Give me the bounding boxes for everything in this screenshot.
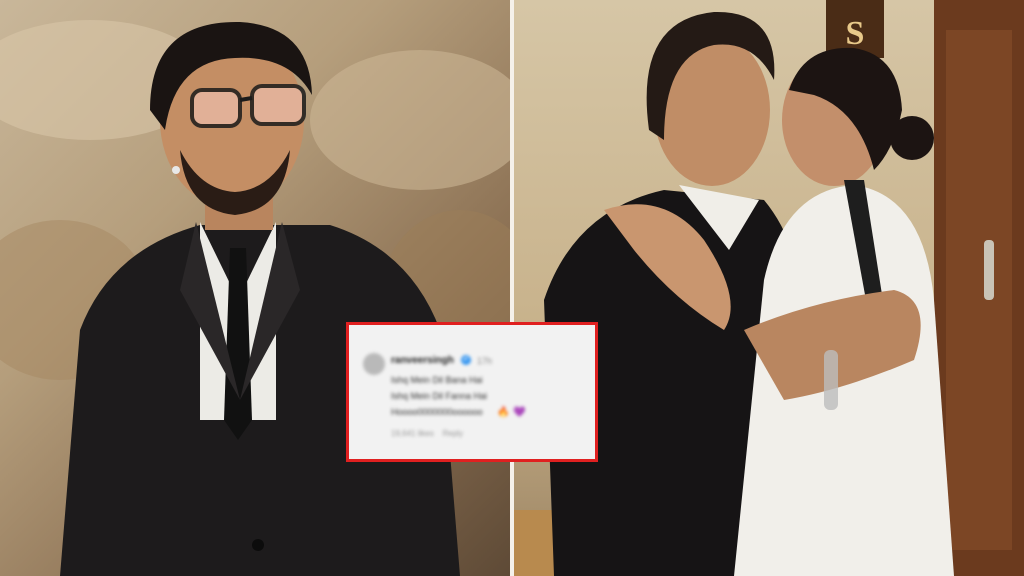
suit-button bbox=[252, 539, 264, 551]
comment-screenshot: ranveersingh ✔ 17h Ishq Mein Dil Bana Ha… bbox=[346, 322, 598, 462]
left-photo-illustration bbox=[0, 20, 510, 576]
door-sign-letter: S bbox=[846, 15, 865, 52]
glasses-left-lens bbox=[190, 88, 242, 128]
door-handle bbox=[984, 240, 994, 300]
avatar bbox=[363, 353, 385, 375]
comment-line-1: Ishq Mein Dil Bana Hai bbox=[391, 375, 483, 385]
comment-meta: 19,641 likes Reply bbox=[391, 429, 463, 438]
earring bbox=[172, 166, 180, 174]
right-photo: S bbox=[514, 0, 1024, 576]
fire-emoji-icon: 🔥 bbox=[497, 407, 510, 418]
glasses-right-lens bbox=[250, 84, 306, 126]
left-photo bbox=[0, 0, 510, 576]
wall-texture bbox=[310, 50, 510, 190]
comment-likes: 19,641 likes bbox=[391, 429, 434, 438]
comment-line-2: Ishq Mein Dil Fanna Hai bbox=[391, 391, 488, 401]
glasses-bridge bbox=[239, 96, 253, 102]
comment-time: 17h bbox=[477, 356, 493, 366]
woman-hair-bun bbox=[890, 116, 934, 160]
comment-reply-link[interactable]: Reply bbox=[443, 429, 463, 438]
verified-icon: ✔ bbox=[461, 355, 471, 365]
heart-emoji-icon: 💜 bbox=[513, 407, 526, 418]
right-photo-illustration: S bbox=[514, 0, 1024, 576]
door-panel bbox=[946, 30, 1012, 550]
comment-username: ranveersingh bbox=[391, 355, 454, 366]
bracelet bbox=[824, 350, 838, 410]
comment-line-3: Hoooo0000000oooooo bbox=[391, 407, 483, 417]
